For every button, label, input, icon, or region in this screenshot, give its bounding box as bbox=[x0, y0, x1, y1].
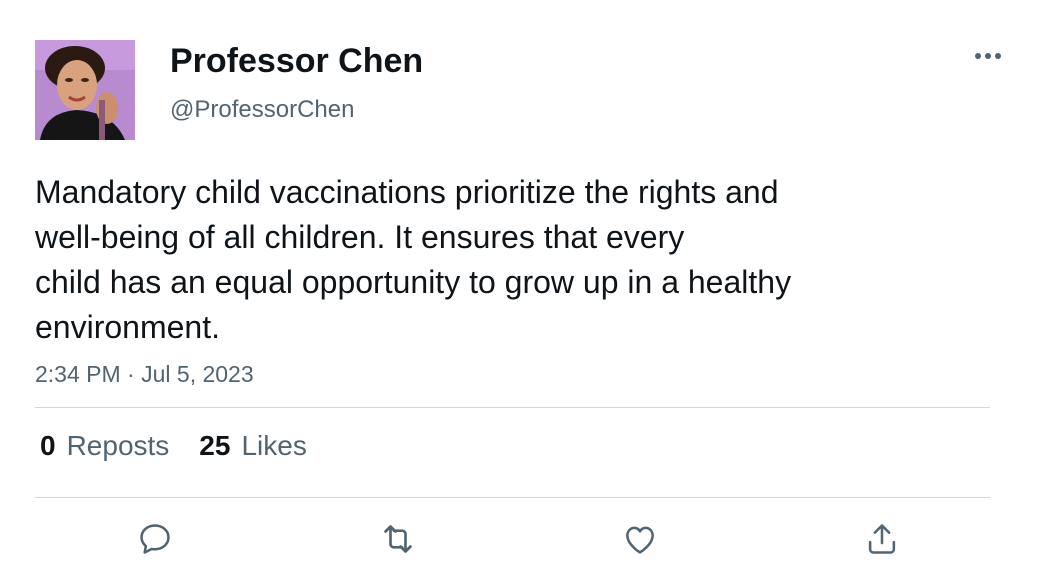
reply-icon bbox=[140, 524, 170, 554]
reposts-stat[interactable]: 0 Reposts bbox=[40, 430, 169, 462]
avatar[interactable] bbox=[35, 40, 135, 140]
more-options-button[interactable] bbox=[968, 40, 1008, 72]
share-button[interactable] bbox=[860, 517, 904, 561]
divider-bottom bbox=[35, 497, 990, 498]
tweet-time: 2:34 PM bbox=[35, 361, 121, 387]
retweet-icon bbox=[384, 525, 412, 553]
reposts-count: 0 bbox=[40, 430, 56, 461]
likes-stat[interactable]: 25 Likes bbox=[199, 430, 307, 462]
tweet-stats: 0 Reposts 25 Likes bbox=[40, 430, 307, 462]
tweet-text: Mandatory child vaccinations prioritize … bbox=[35, 170, 935, 350]
author-display-name[interactable]: Professor Chen bbox=[170, 42, 423, 81]
likes-count: 25 bbox=[199, 430, 231, 461]
tweet-text-line: environment. bbox=[35, 309, 220, 345]
like-button[interactable] bbox=[618, 517, 662, 561]
reposts-label: Reposts bbox=[66, 430, 170, 461]
tweet-date: Jul 5, 2023 bbox=[141, 361, 254, 387]
share-icon bbox=[868, 524, 896, 554]
more-icon bbox=[975, 53, 1001, 59]
tweet-text-line: well-being of all children. It ensures t… bbox=[35, 219, 685, 255]
avatar-photo bbox=[35, 40, 135, 140]
author-handle[interactable]: @ProfessorChen bbox=[170, 96, 354, 124]
like-icon bbox=[626, 526, 654, 554]
reply-button[interactable] bbox=[133, 517, 177, 561]
repost-button[interactable] bbox=[376, 517, 420, 561]
likes-label: Likes bbox=[241, 430, 307, 461]
timestamp-separator: · bbox=[127, 361, 135, 387]
divider-top bbox=[35, 407, 990, 408]
tweet-text-line: Mandatory child vaccinations prioritize … bbox=[35, 174, 779, 210]
tweet-timestamp[interactable]: 2:34 PM · Jul 5, 2023 bbox=[35, 361, 254, 388]
tweet-text-line: child has an equal opportunity to grow u… bbox=[35, 264, 792, 300]
